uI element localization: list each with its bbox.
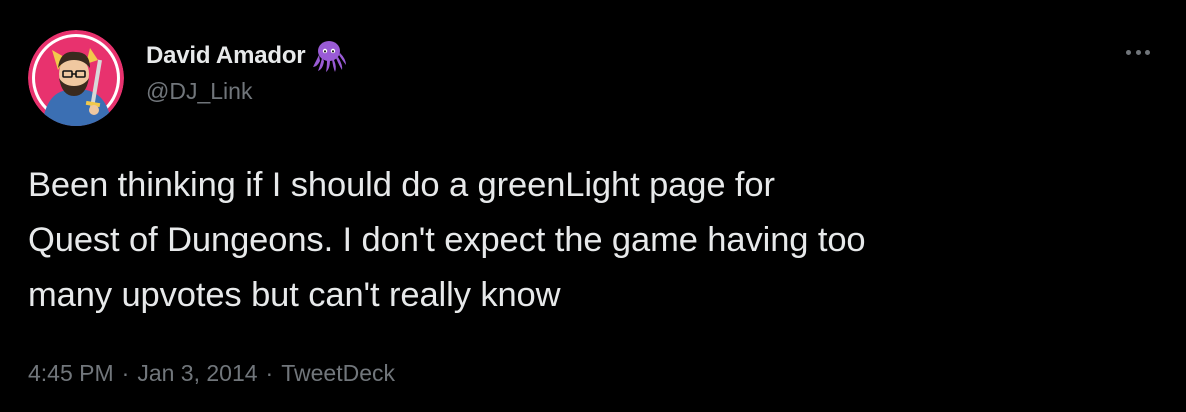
octopus-emoji-icon — [311, 39, 347, 73]
meta-separator: · — [265, 360, 274, 386]
more-dot — [1126, 49, 1131, 55]
meta-separator: · — [121, 360, 130, 386]
display-name[interactable]: David Amador — [146, 42, 306, 70]
avatar[interactable] — [28, 30, 124, 126]
tweet-text: Been thinking if I should do a greenLigh… — [28, 166, 866, 314]
tweet-time[interactable]: 4:45 PM — [28, 360, 114, 387]
more-options-icon[interactable] — [1126, 44, 1150, 60]
tweet-source[interactable]: TweetDeck — [281, 360, 395, 387]
name-row: David Amador — [146, 40, 347, 72]
tweet-meta: 4:45 PM · Jan 3, 2014 · TweetDeck — [28, 360, 395, 387]
tweet-card: David Amador @DJ_Link Been thinking if I… — [0, 0, 1186, 412]
more-dot — [1145, 49, 1150, 55]
avatar-image — [28, 30, 124, 126]
user-handle[interactable]: @DJ_Link — [146, 78, 347, 105]
author-block: David Amador @DJ_Link — [146, 40, 347, 105]
tweet-date[interactable]: Jan 3, 2014 — [137, 360, 257, 387]
more-dot — [1135, 49, 1141, 55]
